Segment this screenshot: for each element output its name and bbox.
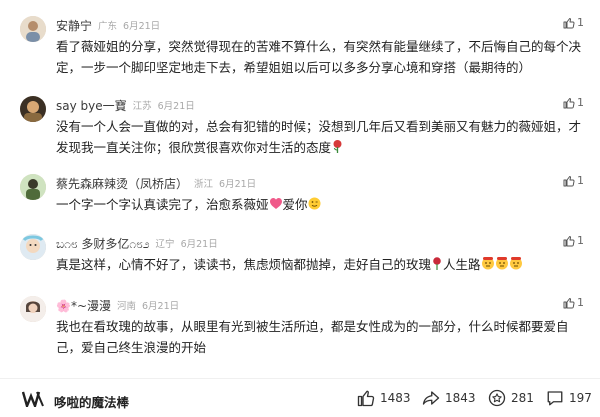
comment-date: 6月21日 bbox=[142, 301, 180, 312]
comment-like-button[interactable]: 1 bbox=[563, 16, 584, 29]
comment-text-line: 看了薇娅姐的分享，突然觉得现在的苦难不算什么，有突然有能量继续了，不后悔自己的每… bbox=[56, 39, 582, 54]
comment-like-count: 1 bbox=[577, 234, 584, 247]
comment-like-count: 1 bbox=[577, 174, 584, 187]
comment-like-button[interactable]: 1 bbox=[563, 296, 584, 309]
bottom-action-bar: 哆啦的魔法棒 1483 1843 281 197 bbox=[0, 384, 600, 414]
comment-date: 6月21日 bbox=[219, 179, 257, 190]
comment-location: 河南 bbox=[117, 301, 137, 312]
avatar[interactable] bbox=[20, 174, 46, 200]
like-button[interactable]: 1483 bbox=[357, 389, 411, 407]
comment-like-button[interactable]: 1 bbox=[563, 96, 584, 109]
thumbs-up-icon bbox=[563, 297, 575, 308]
comment-text-line: 一个字一个字认真读完了，治愈系薇娅 爱你 bbox=[56, 194, 584, 216]
comment-location: 江苏 bbox=[132, 101, 152, 112]
comment-date: 6月21日 bbox=[123, 21, 161, 32]
rose-icon bbox=[431, 255, 443, 276]
heart-icon bbox=[269, 195, 283, 216]
fist-face-icon bbox=[495, 255, 509, 276]
comment-button[interactable]: 197 bbox=[546, 389, 592, 407]
share-arrow-icon bbox=[422, 391, 440, 405]
avatar[interactable] bbox=[20, 16, 46, 42]
comment-text: 没有一个人会一直做的对，总会有犯错的时候；没想到几年后又看到美丽又有魅力的薇娅姐… bbox=[56, 116, 584, 159]
share-count: 1843 bbox=[445, 391, 476, 405]
comment-text-line: 发现我一直关注你；很欣赏很喜欢你对生活的态度 bbox=[56, 137, 584, 159]
author-name[interactable]: 哆啦的魔法棒 bbox=[54, 392, 129, 411]
comment-username[interactable]: ಬ೧೮ 多财多亿೧೮೨ bbox=[56, 235, 150, 252]
comment-bubble-icon bbox=[547, 391, 563, 406]
comment-meta: 蔡先森麻辣烫（凤桥店） 浙江 6月21日 bbox=[56, 174, 256, 192]
comment-meta: 🌸*~漫漫 河南 6月21日 bbox=[56, 296, 179, 314]
comment-text: 真是这样，心情不好了，读读书，焦虑烦恼都抛掉，走好自己的玫瑰 人生路 bbox=[56, 254, 584, 276]
wink-smile-icon bbox=[308, 195, 321, 216]
favorite-button[interactable]: 281 bbox=[488, 389, 534, 407]
comment-username[interactable]: 安静宁 bbox=[56, 17, 92, 34]
w-logo-icon[interactable] bbox=[21, 391, 44, 411]
fist-face-icon bbox=[481, 255, 495, 276]
comment-username[interactable]: 蔡先森麻辣烫（凤桥店） bbox=[56, 175, 188, 192]
comment-like-count: 1 bbox=[577, 96, 584, 109]
comment-text: 看了薇娅姐的分享，突然觉得现在的苦难不算什么，有突然有能量继续了，不后悔自己的每… bbox=[56, 36, 584, 78]
comment-date: 6月21日 bbox=[180, 239, 218, 250]
comment-like-button[interactable]: 1 bbox=[563, 234, 584, 247]
comment-meta: ಬ೧೮ 多财多亿೧೮೨ 辽宁 6月21日 bbox=[56, 234, 218, 252]
thumbs-up-icon bbox=[563, 97, 575, 108]
star-icon bbox=[488, 389, 506, 407]
fist-face-icon bbox=[509, 255, 523, 276]
comment-text: 我也在看玫瑰的故事，从眼里有光到被生活所迫，都是女性成为的一部分，什么时候都要爱… bbox=[56, 316, 584, 358]
comment-text-line: 我也在看玫瑰的故事，从眼里有光到被生活所迫，都是女性成为的一部分，什么时候都要爱… bbox=[56, 319, 569, 334]
comment-text-line: 真是这样，心情不好了，读读书，焦虑烦恼都抛掉，走好自己的玫瑰 人生路 bbox=[56, 254, 584, 276]
comment-location: 浙江 bbox=[194, 179, 214, 190]
comment-like-count: 1 bbox=[577, 296, 584, 309]
thumbs-up-icon bbox=[357, 390, 375, 407]
comment-username[interactable]: 🌸*~漫漫 bbox=[56, 297, 111, 314]
comment-text: 一个字一个字认真读完了，治愈系薇娅 爱你 bbox=[56, 194, 584, 216]
thumbs-up-icon bbox=[563, 175, 575, 186]
avatar[interactable] bbox=[20, 96, 46, 122]
comment-meta: say bye一寶 江苏 6月21日 bbox=[56, 96, 195, 114]
comment-text-line: 定，一步一个脚印坚定地走下去，希望姐姐以后可以多多分享心境和穿搭（最期待的） bbox=[56, 60, 532, 75]
comment-username[interactable]: say bye一寶 bbox=[56, 97, 127, 114]
thumbs-up-icon bbox=[563, 17, 575, 28]
comment-count: 197 bbox=[569, 391, 592, 405]
comment-location: 辽宁 bbox=[155, 239, 175, 250]
comment-text-line: 己，爱自己终生浪漫的开始 bbox=[56, 340, 207, 355]
comment-meta: 安静宁 广东 6月21日 bbox=[56, 16, 160, 34]
favorite-count: 281 bbox=[511, 391, 534, 405]
comment-like-count: 1 bbox=[577, 16, 584, 29]
rose-icon bbox=[331, 138, 344, 159]
thumbs-up-icon bbox=[563, 235, 575, 246]
share-button[interactable]: 1843 bbox=[422, 389, 476, 407]
comment-text-line: 没有一个人会一直做的对，总会有犯错的时候；没想到几年后又看到美丽又有魅力的薇娅姐… bbox=[56, 119, 582, 134]
avatar[interactable] bbox=[20, 296, 46, 322]
avatar[interactable] bbox=[20, 234, 46, 260]
comment-location: 广东 bbox=[98, 21, 118, 32]
comment-like-button[interactable]: 1 bbox=[563, 174, 584, 187]
like-count: 1483 bbox=[380, 391, 411, 405]
divider bbox=[0, 378, 600, 379]
comment-date: 6月21日 bbox=[157, 101, 195, 112]
